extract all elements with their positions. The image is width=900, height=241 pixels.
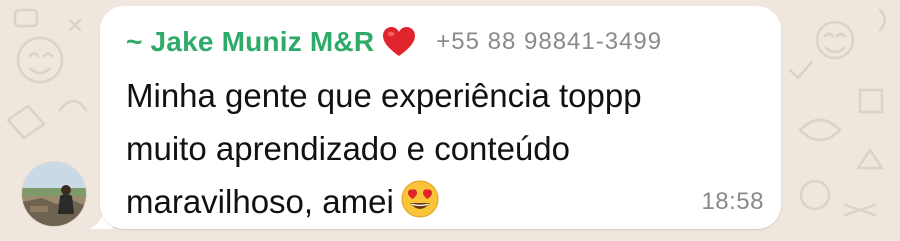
message-line-3-text: maravilhoso, amei	[126, 183, 394, 220]
sender-name[interactable]: ~ Jake Muniz M&R	[126, 26, 374, 58]
heart-eyes-emoji-icon	[401, 180, 439, 218]
red-heart-icon	[383, 27, 416, 56]
message-timestamp: 18:58	[701, 188, 764, 215]
message-line-3: maravilhoso, amei	[126, 175, 766, 228]
message-bubble[interactable]: ~ Jake Muniz M&R +55 88 98841-3499 Minha…	[100, 6, 781, 229]
avatar-photo	[22, 162, 86, 226]
message-text: Minha gente que experiência toppp muito …	[126, 69, 766, 228]
message-header: ~ Jake Muniz M&R +55 88 98841-3499	[126, 20, 765, 64]
sender-avatar[interactable]	[22, 162, 86, 226]
sender-phone[interactable]: +55 88 98841-3499	[436, 28, 662, 56]
message-line-2: muito aprendizado e conteúdo	[126, 130, 570, 167]
message-line-1: Minha gente que experiência toppp	[126, 77, 642, 114]
